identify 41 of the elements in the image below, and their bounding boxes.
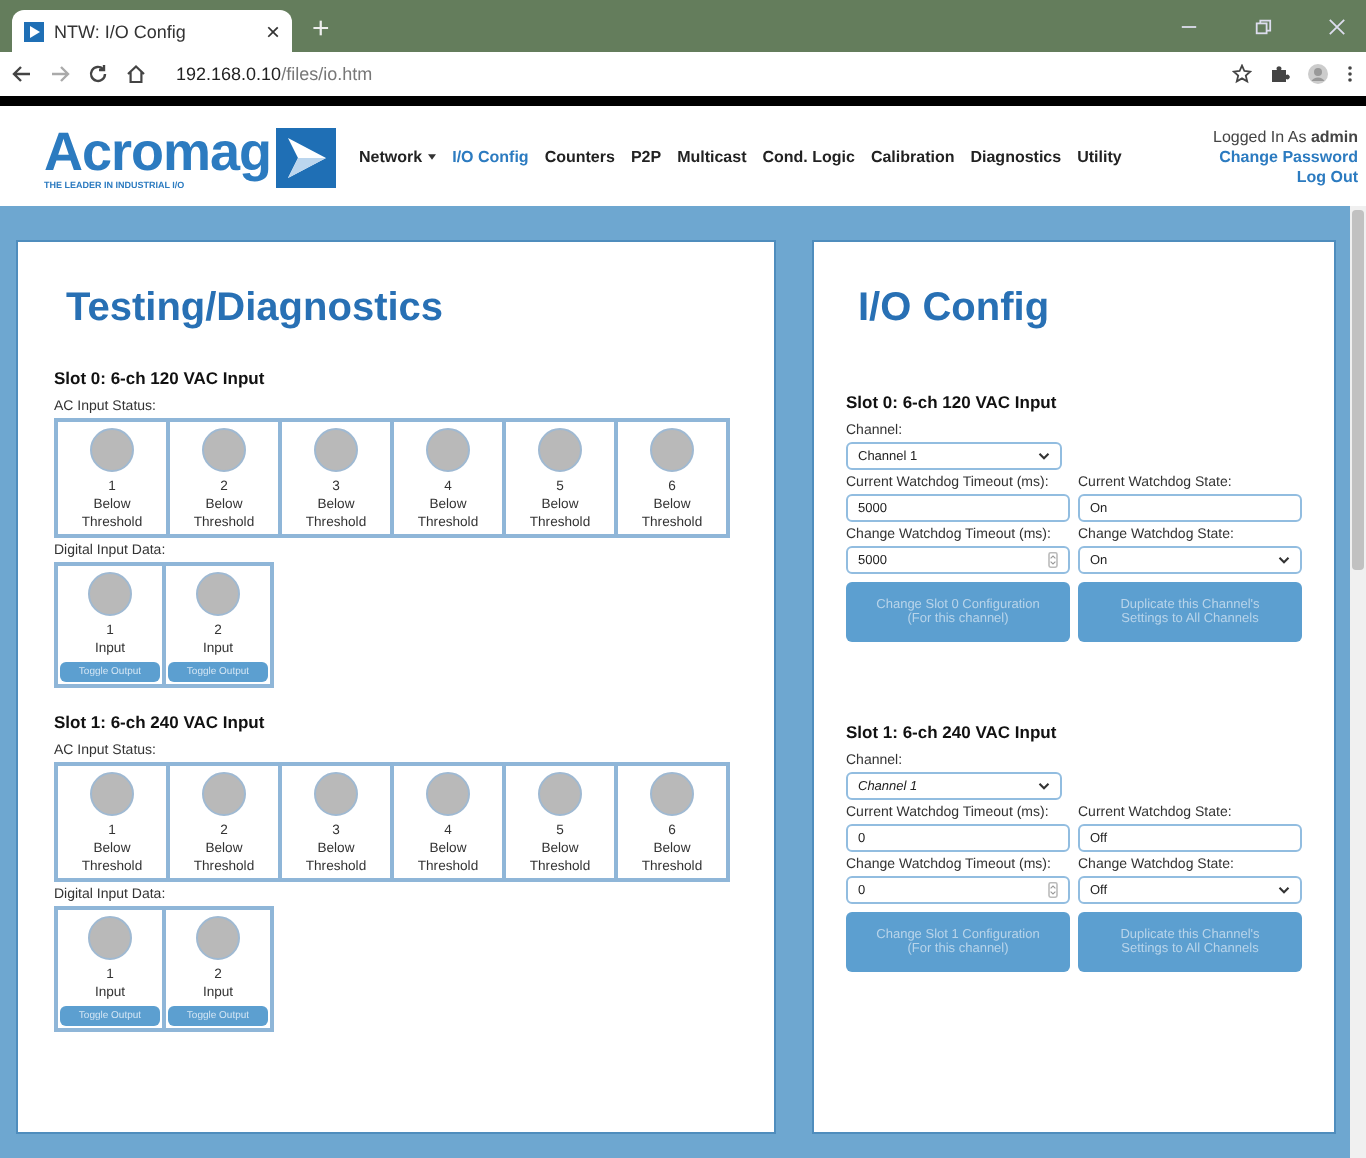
- nav-link[interactable]: I/O Config: [452, 147, 529, 165]
- nav-link[interactable]: Counters: [544, 147, 615, 165]
- chevron-icon: [1038, 782, 1050, 790]
- spinner-icon: [1048, 552, 1058, 568]
- back-icon[interactable]: [12, 64, 32, 84]
- home-icon[interactable]: [126, 64, 146, 84]
- avatar-icon[interactable]: [1308, 64, 1328, 84]
- nav-link[interactable]: Cond. Logic: [762, 147, 855, 165]
- star-icon[interactable]: [1232, 64, 1252, 84]
- brand-name[interactable]: Acromag: [44, 123, 272, 179]
- browser-tab[interactable]: NTW: I/O Config ×: [12, 10, 292, 52]
- caret-icon: [428, 153, 437, 159]
- puzzle-icon[interactable]: [1270, 64, 1290, 84]
- spinner-icon: [1048, 882, 1058, 898]
- menu-icon[interactable]: [1346, 64, 1354, 84]
- tab-title: NTW: I/O Config: [54, 21, 188, 41]
- nav-link[interactable]: Utility: [1077, 147, 1122, 165]
- panel-title: Testing/Diagnostics: [64, 286, 446, 332]
- slot-title: Slot 1: 6-ch 240 VAC Input: [54, 712, 267, 732]
- close-tab-button[interactable]: ×: [265, 17, 280, 45]
- restore-icon[interactable]: [1254, 18, 1272, 36]
- nav-link[interactable]: Calibration: [870, 147, 955, 165]
- panel-title: I/O Config: [856, 286, 1052, 332]
- slot-title: Slot 0: 6-ch 120 VAC Input: [846, 392, 1059, 412]
- close-icon[interactable]: [1328, 18, 1346, 36]
- new-tab-button[interactable]: +: [312, 12, 330, 46]
- nav-link[interactable]: Diagnostics: [970, 147, 1062, 165]
- nav-link[interactable]: Network: [359, 147, 437, 165]
- nav-link[interactable]: P2P: [630, 147, 662, 165]
- chevron-icon: [1278, 886, 1290, 894]
- slot-title: Slot 0: 6-ch 120 VAC Input: [54, 368, 267, 388]
- login-status: Logged In As admin: [1213, 127, 1358, 145]
- nav-link[interactable]: Multicast: [677, 147, 747, 165]
- reload-icon[interactable]: [88, 64, 108, 84]
- account-link[interactable]: Log Out: [1296, 167, 1358, 185]
- slot-title: Slot 1: 6-ch 240 VAC Input: [846, 722, 1059, 742]
- logo-icon: [24, 21, 44, 41]
- logo-icon: [275, 127, 336, 187]
- chevron-icon: [1038, 452, 1050, 460]
- account-link[interactable]: Change Password: [1219, 147, 1358, 165]
- chevron-icon: [1278, 556, 1290, 564]
